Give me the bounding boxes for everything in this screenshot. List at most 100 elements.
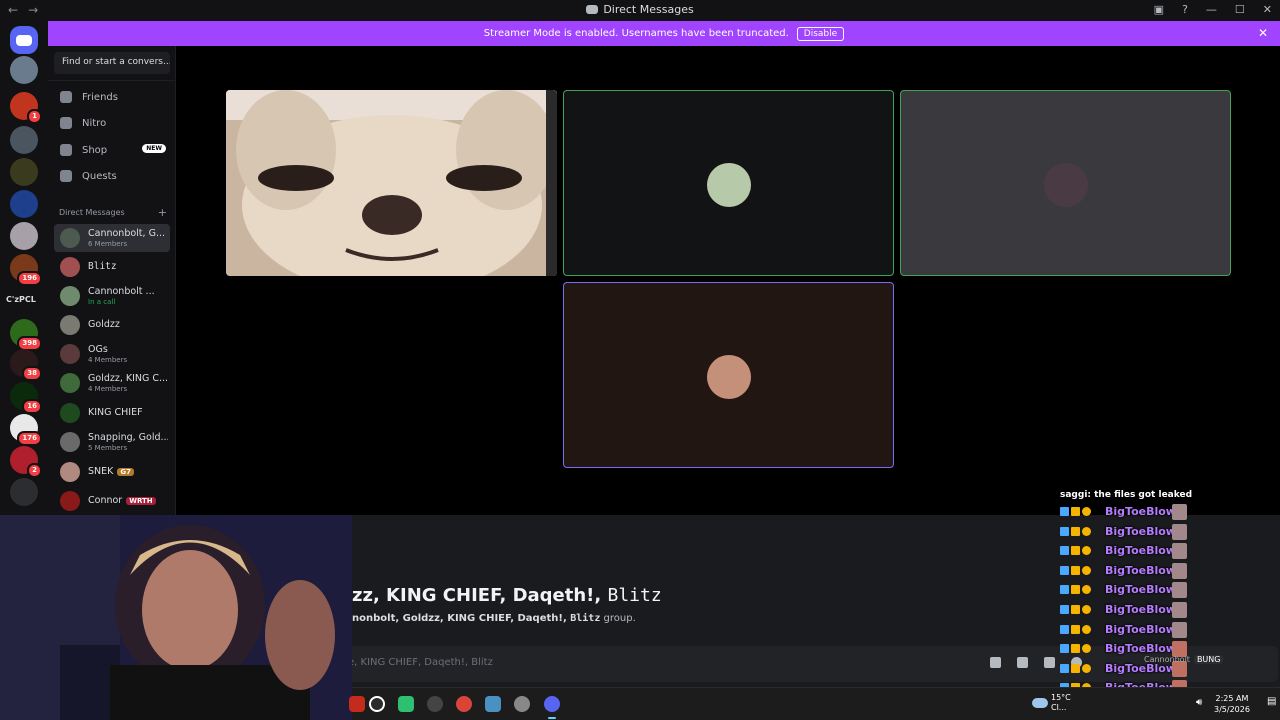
server-icon[interactable]	[10, 190, 38, 218]
guild-tag: G7	[117, 468, 134, 476]
clock[interactable]: 2:25 AM 3/5/2026	[1214, 693, 1250, 715]
mention-badge: 2	[27, 463, 42, 478]
dm-item[interactable]: SNEK G7	[54, 458, 170, 486]
sword-badge-icon	[1060, 507, 1069, 516]
dm-item[interactable]: Goldzz, KING C... 4 Members	[54, 369, 170, 397]
emote-image	[1172, 523, 1187, 540]
server-icon[interactable]	[10, 126, 38, 154]
participant-avatar	[1044, 163, 1088, 207]
streamer-webcam	[0, 515, 352, 720]
app-icon[interactable]	[398, 696, 414, 712]
sword-badge-icon	[1060, 663, 1069, 673]
chat-message: saggi: the files got leaked	[1060, 490, 1193, 500]
dm-item[interactable]: Connor WRTH	[54, 487, 170, 515]
emote-image	[1172, 582, 1187, 599]
nitro-icon	[60, 117, 72, 129]
dm-item[interactable]: Cannonbolt, G... 6 Members	[54, 224, 170, 252]
gift-icon[interactable]	[990, 657, 1001, 668]
participant-avatar	[707, 355, 751, 399]
emote-image	[1172, 602, 1187, 618]
chrome-icon[interactable]	[456, 696, 472, 712]
group-avatar	[60, 373, 80, 393]
sword-badge-icon	[1060, 644, 1069, 654]
chat-message: BigToeBlow:	[1058, 503, 1258, 522]
shop-icon	[60, 144, 72, 156]
dm-item[interactable]: OGs 4 Members	[54, 340, 170, 368]
close-window-icon[interactable]: ✕	[1263, 3, 1272, 16]
window-title-bar: ← → Direct Messages ▣ ? — ☐ ✕	[0, 0, 1280, 21]
crown-badge-icon	[1071, 663, 1080, 673]
maximize-icon[interactable]: ☐	[1235, 3, 1245, 16]
server-icon[interactable]: 38	[10, 349, 42, 381]
server-icon[interactable]	[10, 222, 38, 250]
app-icon[interactable]	[485, 696, 501, 712]
taskbar: 15°C Cl... 🔊︎ 2:25 AM 3/5/2026 ▤	[349, 687, 1280, 720]
avatar	[60, 286, 80, 306]
nav-nitro[interactable]: Nitro	[56, 111, 168, 135]
chat-message: BigToeBlow:	[1058, 581, 1258, 600]
dm-item[interactable]: KING CHIEF	[54, 399, 170, 427]
guild-tag: WRTH	[126, 497, 156, 505]
discord-logo-icon	[16, 34, 32, 46]
minimize-icon[interactable]: —	[1206, 3, 1217, 16]
dm-item[interactable]: Cannonbolt ... In a call	[54, 282, 170, 310]
crown-badge-icon	[1071, 526, 1080, 536]
disable-streamer-mode-button[interactable]: Disable	[796, 26, 845, 41]
home-dm-button[interactable]	[10, 26, 38, 54]
dm-item[interactable]: Blitz	[54, 253, 170, 281]
subscriber-badge-icon	[1082, 663, 1091, 673]
weather-icon[interactable]	[1032, 698, 1048, 708]
nav-friends[interactable]: Friends	[56, 85, 168, 109]
chihuahua-video	[226, 90, 557, 276]
server-icon[interactable]: 2	[10, 446, 42, 478]
voice-tile-participant[interactable]	[563, 282, 894, 468]
stream-chat-overlay: saggi: the files got leaked BigToeBlow: B…	[1058, 487, 1258, 720]
sticker-icon[interactable]	[1044, 657, 1055, 668]
group-avatar	[60, 344, 80, 364]
avatar	[60, 257, 80, 277]
avatar	[60, 315, 80, 335]
volume-icon[interactable]: 🔊︎	[1196, 697, 1202, 708]
nav-shop[interactable]: Shop NEW	[56, 138, 168, 162]
inbox-icon[interactable]: ▣	[1154, 3, 1164, 16]
video-tile-chihuahua[interactable]	[226, 90, 557, 276]
notifications-icon[interactable]: ▤	[1267, 696, 1276, 707]
chat-username: BigToeBlow:	[1105, 524, 1181, 538]
close-banner-icon[interactable]: ✕	[1258, 26, 1268, 40]
server-icon[interactable]: 398	[10, 319, 42, 351]
create-dm-icon[interactable]: +	[158, 206, 167, 219]
server-icon[interactable]	[10, 56, 38, 84]
chat-message: BigToeBlow:	[1058, 523, 1258, 542]
server-icon[interactable]: 176	[10, 414, 42, 446]
nav-quests[interactable]: Quests	[56, 164, 168, 188]
voice-tile-participant[interactable]	[563, 90, 894, 276]
subscriber-badge-icon	[1082, 585, 1091, 595]
sword-badge-icon	[1060, 565, 1069, 575]
group-avatar	[60, 228, 80, 248]
dm-section-header: Direct Messages +	[59, 206, 167, 219]
emote-image	[1172, 621, 1187, 638]
obs-icon[interactable]	[427, 696, 443, 712]
server-icon[interactable]	[10, 478, 38, 506]
server-icon[interactable]: 1	[10, 92, 42, 124]
new-badge: NEW	[142, 144, 166, 153]
help-icon[interactable]: ?	[1182, 3, 1188, 16]
voice-tile-participant[interactable]	[900, 90, 1231, 276]
chat-username: BigToeBlow:	[1105, 622, 1181, 636]
overlay-user-tag: Cannonbolt BUNG	[1144, 655, 1224, 664]
app-icon[interactable]	[349, 696, 365, 712]
search-input[interactable]: Find or start a convers...	[54, 52, 170, 74]
steam-icon[interactable]	[369, 696, 385, 712]
server-text-icon[interactable]: C'zPCL	[6, 295, 36, 304]
discord-taskbar-icon[interactable]	[544, 696, 560, 719]
gif-icon[interactable]	[1017, 657, 1028, 668]
server-icon[interactable]	[10, 158, 38, 186]
dm-item[interactable]: Snapping, Gold... 5 Members	[54, 428, 170, 456]
server-icon[interactable]: 16	[10, 382, 42, 414]
server-icon[interactable]: 196	[10, 254, 42, 286]
settings-icon[interactable]	[514, 696, 530, 712]
participant-avatar	[707, 163, 751, 207]
crown-badge-icon	[1071, 565, 1080, 575]
weather-widget[interactable]: 15°C Cl...	[1051, 693, 1071, 713]
dm-item[interactable]: Goldzz	[54, 311, 170, 339]
